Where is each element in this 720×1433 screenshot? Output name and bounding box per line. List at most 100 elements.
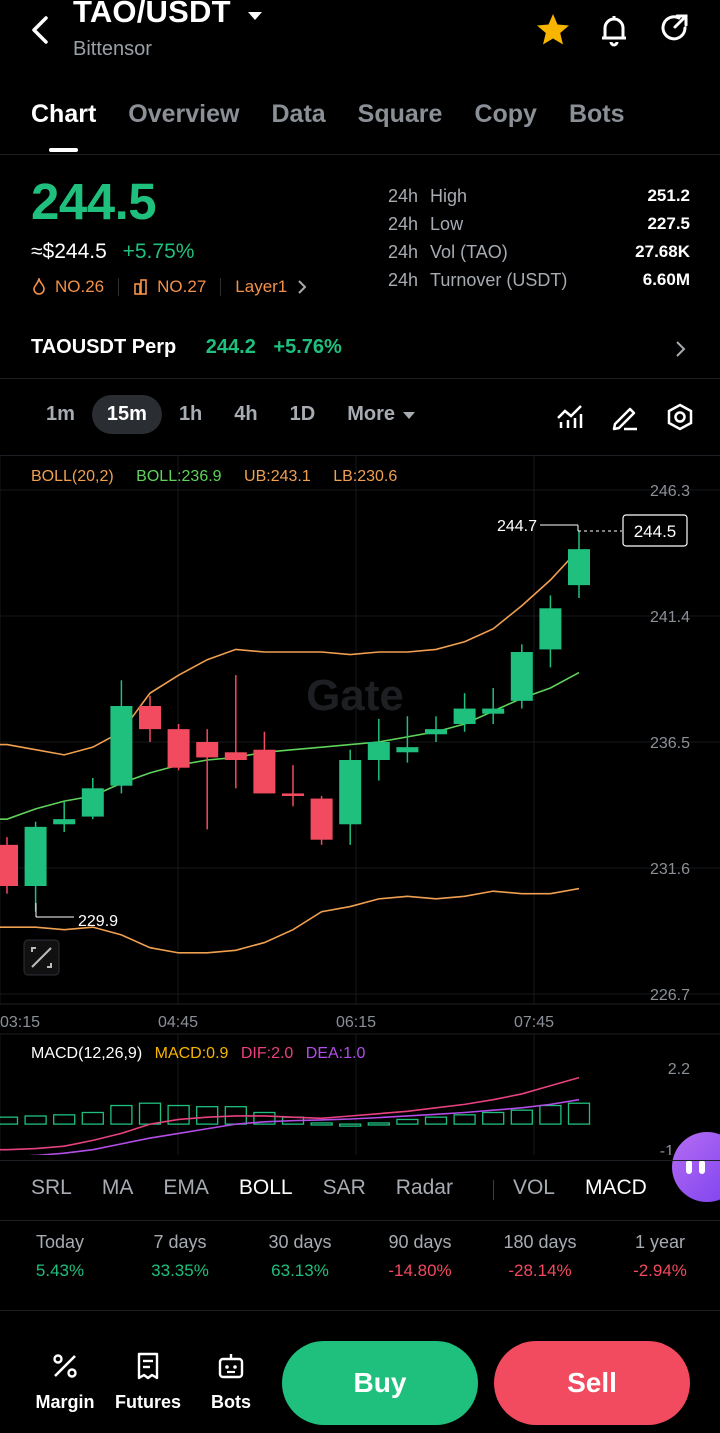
macd-dif-line	[0, 1076, 580, 1151]
high-price-marker: 244.7	[497, 518, 579, 535]
tab-copy[interactable]: Copy	[474, 100, 537, 129]
tab-chart[interactable]: Chart	[31, 100, 96, 129]
candle-body	[53, 819, 76, 825]
boll-legend: BOLL(20,2) BOLL:236.9 UB:243.1 LB:230.6	[31, 468, 397, 485]
candle-body	[425, 729, 447, 735]
candle-body	[282, 793, 304, 796]
perp-link[interactable]: TAOUSDT Perp 244.2 +5.76%	[31, 336, 342, 359]
y-axis-label: 246.3	[650, 483, 690, 500]
bots-button[interactable]: Bots	[196, 1350, 266, 1413]
candle	[24, 821, 47, 912]
candle	[510, 644, 533, 709]
sell-button[interactable]: Sell	[494, 1341, 690, 1425]
timeframe-1h[interactable]: 1h	[164, 395, 217, 434]
perf-180d: 180 days -28.14%	[503, 1232, 577, 1280]
percent-icon	[53, 1354, 77, 1378]
macd-dea-line	[27, 1098, 580, 1155]
divider	[0, 1310, 720, 1311]
stat-high: 24h High 251.2	[388, 185, 690, 206]
perf-1y: 1 year -2.94%	[633, 1232, 687, 1280]
timeframe-1d[interactable]: 1D	[275, 395, 331, 434]
futures-button[interactable]: Futures	[113, 1350, 183, 1413]
price-chart[interactable]: Gate 246.3 241.4 236.5 231.6 226.7 03:15 04:4…	[0, 455, 720, 1155]
indicator-ema[interactable]: EMA	[163, 1176, 209, 1200]
tab-data[interactable]: Data	[271, 100, 325, 129]
rank-market-cap[interactable]: NO.26	[55, 277, 104, 297]
macd-histogram-bar	[424, 1116, 448, 1125]
x-axis-label: 03:15	[0, 1014, 40, 1031]
candle-body	[367, 742, 390, 760]
indicator-boll[interactable]: BOLL	[239, 1176, 293, 1200]
last-price: 244.5	[31, 173, 157, 230]
timeframe-1m[interactable]: 1m	[31, 395, 90, 434]
settings-icon[interactable]	[665, 402, 695, 432]
chevron-right-icon[interactable]	[670, 338, 690, 360]
macd-histogram-bar	[81, 1111, 104, 1125]
boll-legend-lb: LB:230.6	[333, 468, 397, 485]
assistant-bot-button[interactable]	[672, 1132, 720, 1202]
candle	[396, 716, 419, 763]
margin-button[interactable]: Margin	[30, 1350, 100, 1413]
tab-square[interactable]: Square	[358, 100, 443, 129]
macd-histogram-bar	[396, 1118, 419, 1125]
indicator-sar[interactable]: SAR	[323, 1176, 366, 1200]
macd-histogram-bar	[510, 1109, 533, 1125]
candle-body	[482, 708, 505, 714]
timeframe-selector: 1m 15m 1h 4h 1D More	[31, 395, 432, 434]
indicator-macd[interactable]: MACD	[585, 1176, 647, 1200]
perp-name: TAOUSDT Perp	[31, 336, 177, 358]
indicator-srl[interactable]: SRL	[31, 1176, 72, 1200]
performance-row: Today 5.43% 7 days 33.35% 30 days 63.13% 90…	[0, 1232, 720, 1281]
candle	[110, 680, 133, 794]
candle-body	[510, 652, 533, 701]
divider	[0, 1220, 720, 1221]
candle-body	[539, 608, 562, 650]
candle	[253, 731, 276, 794]
usd-price-row: ≈$244.5 +5.75%	[31, 240, 194, 264]
rank-volume[interactable]: NO.27	[157, 277, 206, 297]
indicator-ma[interactable]: MA	[102, 1176, 134, 1200]
macd-histogram-bar	[482, 1111, 505, 1125]
candle-body	[396, 747, 419, 753]
candle	[310, 796, 333, 845]
candle	[53, 801, 76, 832]
indicator-vol[interactable]: VOL	[513, 1176, 555, 1200]
candle	[196, 729, 219, 830]
tab-bots[interactable]: Bots	[569, 100, 625, 129]
timeframe-4h[interactable]: 4h	[219, 395, 272, 434]
perp-price: 244.2	[205, 336, 256, 358]
timeframe-more[interactable]: More	[332, 395, 429, 434]
candle-body	[139, 706, 161, 730]
last-price-tag: 244.5	[634, 522, 677, 541]
bell-icon[interactable]	[594, 10, 634, 50]
candle-body	[339, 760, 362, 825]
active-tab-indicator	[49, 148, 78, 152]
pair-title[interactable]: TAO/USDT	[73, 0, 231, 30]
indicator-icon[interactable]	[555, 402, 585, 432]
indicator-radar[interactable]: Radar	[396, 1176, 453, 1200]
category-tag[interactable]: Layer1	[235, 277, 287, 297]
last-price-marker[interactable]: 244.5	[578, 514, 688, 547]
boll-legend-label: BOLL(20,2)	[31, 468, 114, 485]
back-button[interactable]	[26, 10, 60, 50]
share-icon[interactable]	[655, 10, 695, 50]
favorite-star-icon[interactable]	[533, 10, 573, 50]
candle	[282, 765, 304, 807]
timeframe-15m[interactable]: 15m	[91, 395, 162, 434]
fullscreen-icon[interactable]	[23, 939, 60, 976]
tab-overview[interactable]: Overview	[128, 100, 239, 129]
candle	[0, 837, 18, 894]
candle-body	[568, 549, 590, 586]
macd-legend-label: MACD(12,26,9)	[31, 1045, 142, 1062]
pair-dropdown-icon[interactable]	[247, 9, 263, 21]
buy-button[interactable]: Buy	[282, 1341, 478, 1425]
header-actions	[533, 10, 693, 50]
boll-legend-mid: BOLL:236.9	[136, 468, 222, 485]
main-tabs: Chart Overview Data Square Copy Bots	[31, 100, 657, 129]
usd-price: ≈$244.5	[31, 240, 107, 263]
macd-histogram-bar	[453, 1114, 476, 1125]
chart-bars-icon	[134, 279, 147, 295]
bollinger-bands	[0, 548, 580, 954]
macd-histogram-bar	[367, 1122, 390, 1126]
draw-pen-icon[interactable]	[610, 402, 640, 432]
